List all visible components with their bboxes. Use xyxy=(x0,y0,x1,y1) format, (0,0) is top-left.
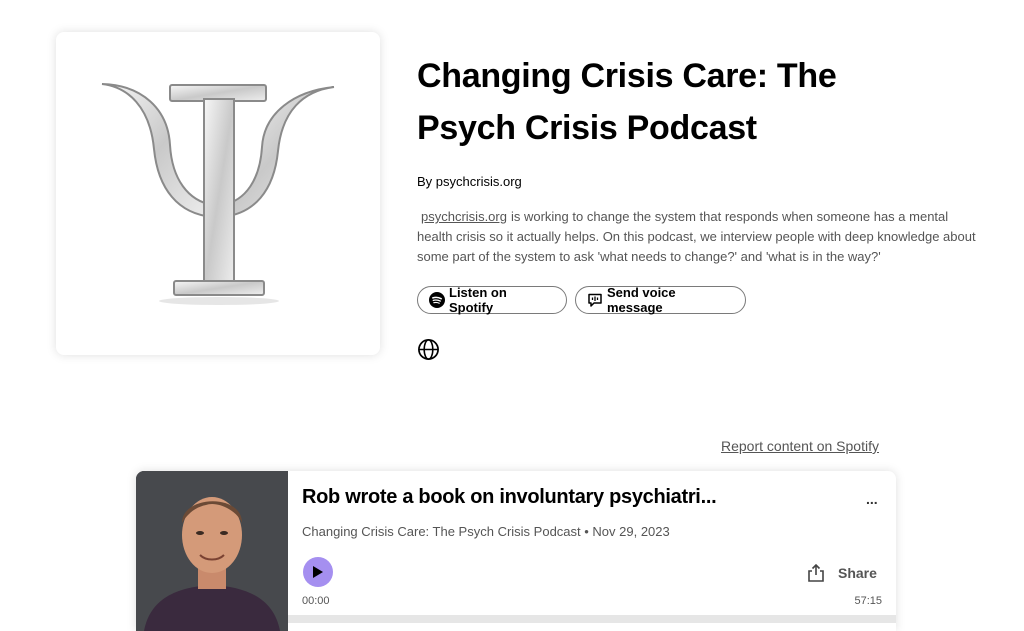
current-time: 00:00 xyxy=(302,595,330,607)
episode-meta: Changing Crisis Care: The Psych Crisis P… xyxy=(302,524,670,539)
listen-on-spotify-label: Listen on Spotify xyxy=(449,285,507,315)
globe-icon[interactable] xyxy=(417,338,440,361)
podcast-cover xyxy=(56,32,380,355)
podcast-byline: By psychcrisis.org xyxy=(417,174,522,189)
share-label: Share xyxy=(838,565,877,581)
episode-title[interactable]: Rob wrote a book on involuntary psychiat… xyxy=(302,486,822,509)
send-voice-message-label: Send voice message xyxy=(607,285,676,315)
share-icon xyxy=(806,563,826,583)
total-duration: 57:15 xyxy=(854,595,882,607)
podcast-description: psychcrisis.org is working to change the … xyxy=(417,207,977,267)
psi-symbol-icon xyxy=(101,82,335,305)
spotify-icon xyxy=(429,292,445,308)
podcast-title: Changing Crisis Care: The Psych Crisis P… xyxy=(417,57,837,147)
report-content-link[interactable]: Report content on Spotify xyxy=(721,438,879,454)
play-icon xyxy=(313,566,323,578)
listen-on-spotify-button[interactable]: Listen on Spotify xyxy=(417,285,567,315)
episode-card[interactable]: Rob wrote a book on involuntary psychiat… xyxy=(136,471,896,631)
share-button[interactable]: Share xyxy=(806,563,877,583)
episode-thumbnail xyxy=(136,471,288,631)
play-button[interactable] xyxy=(303,557,333,587)
more-options-button[interactable]: ... xyxy=(866,491,878,507)
publisher-link[interactable]: psychcrisis.org xyxy=(421,209,507,224)
progress-bar[interactable] xyxy=(288,615,896,623)
message-icon xyxy=(587,292,603,308)
send-voice-message-button[interactable]: Send voice message xyxy=(575,285,746,315)
